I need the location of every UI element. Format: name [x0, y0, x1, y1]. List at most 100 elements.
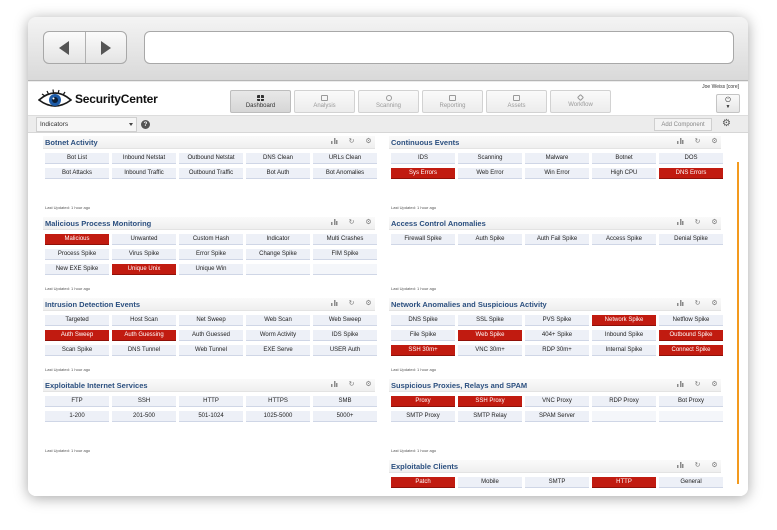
nav-assets[interactable]: Assets [486, 90, 547, 113]
gear-icon[interactable]: ⚙ [364, 138, 373, 147]
indicator-cell[interactable]: Bot List [45, 153, 109, 164]
nav-dashboard[interactable]: Dashboard [230, 90, 291, 113]
indicator-cell[interactable]: Proxy [391, 396, 455, 407]
indicator-cell[interactable]: Auth Spike [458, 234, 522, 245]
indicator-cell[interactable]: Web Sweep [313, 315, 377, 326]
gear-icon[interactable]: ⚙ [710, 138, 719, 147]
indicator-cell[interactable]: New EXE Spike [45, 264, 109, 275]
indicator-cell[interactable]: HTTP [179, 396, 243, 407]
refresh-icon[interactable]: ↻ [347, 138, 356, 147]
user-menu-button[interactable]: ⏻ ▼ [716, 94, 740, 113]
indicator-cell[interactable]: Bot Auth [246, 168, 310, 179]
indicator-cell[interactable]: 5000+ [313, 411, 377, 422]
bar-chart-icon[interactable] [676, 138, 685, 147]
refresh-icon[interactable]: ↻ [347, 219, 356, 228]
user-name[interactable]: Joe Weiss [core] [702, 84, 739, 90]
indicator-cell[interactable]: DNS Tunnel [112, 345, 176, 356]
indicator-cell[interactable]: General [659, 477, 723, 488]
indicator-cell[interactable]: Virus Spike [112, 249, 176, 260]
indicator-cell[interactable]: Web Error [458, 168, 522, 179]
indicator-cell[interactable]: USER Auth [313, 345, 377, 356]
indicator-cell[interactable]: 1-200 [45, 411, 109, 422]
bar-chart-icon[interactable] [330, 300, 339, 309]
indicator-cell[interactable]: HTTPS [246, 396, 310, 407]
indicator-cell[interactable]: Win Error [525, 168, 589, 179]
refresh-icon[interactable]: ↻ [693, 462, 702, 471]
gear-icon[interactable]: ⚙ [710, 219, 719, 228]
refresh-icon[interactable]: ↻ [693, 138, 702, 147]
indicator-cell[interactable]: Sys Errors [391, 168, 455, 179]
gear-icon[interactable]: ⚙ [710, 300, 719, 309]
indicator-cell[interactable]: Outbound Netstat [179, 153, 243, 164]
indicator-cell[interactable]: Scanning [458, 153, 522, 164]
help-icon[interactable]: ? [141, 120, 150, 129]
indicator-cell[interactable]: RDP Proxy [592, 396, 656, 407]
indicator-cell[interactable]: SMB [313, 396, 377, 407]
indicator-cell[interactable]: EXE Serve [246, 345, 310, 356]
indicator-cell[interactable]: Outbound Traffic [179, 168, 243, 179]
gear-icon[interactable]: ⚙ [722, 119, 731, 129]
indicator-cell[interactable]: Custom Hash [179, 234, 243, 245]
indicator-cell[interactable]: Netflow Spike [659, 315, 723, 326]
indicator-cell[interactable]: 404+ Spike [525, 330, 589, 341]
indicator-cell[interactable]: Botnet [592, 153, 656, 164]
indicator-cell[interactable]: Network Spike [592, 315, 656, 326]
bar-chart-icon[interactable] [330, 138, 339, 147]
indicator-cell[interactable]: URLs Clean [313, 153, 377, 164]
indicator-cell[interactable]: Scan Spike [45, 345, 109, 356]
indicator-cell[interactable]: Worm Activity [246, 330, 310, 341]
indicator-cell[interactable]: Bot Proxy [659, 396, 723, 407]
indicator-cell[interactable]: DNS Errors [659, 168, 723, 179]
indicator-cell[interactable]: Inbound Netstat [112, 153, 176, 164]
indicator-cell[interactable]: Targeted [45, 315, 109, 326]
refresh-icon[interactable]: ↻ [347, 300, 356, 309]
indicator-cell[interactable]: Unwanted [112, 234, 176, 245]
indicator-cell[interactable]: SSH Proxy [458, 396, 522, 407]
bar-chart-icon[interactable] [676, 462, 685, 471]
indicator-cell[interactable]: SSH [112, 396, 176, 407]
indicator-cell[interactable]: File Spike [391, 330, 455, 341]
indicator-cell[interactable]: Indicator [246, 234, 310, 245]
indicator-cell[interactable]: Malicious [45, 234, 109, 245]
indicator-cell[interactable]: Multi Crashes [313, 234, 377, 245]
refresh-icon[interactable]: ↻ [693, 219, 702, 228]
indicator-cell[interactable]: Firewall Spike [391, 234, 455, 245]
indicator-cell[interactable]: Access Spike [592, 234, 656, 245]
nav-workflow[interactable]: Workflow [550, 90, 611, 113]
indicator-cell[interactable]: Host Scan [112, 315, 176, 326]
indicator-cell[interactable]: Auth Guessed [179, 330, 243, 341]
nav-analysis[interactable]: Analysis [294, 90, 355, 113]
back-button[interactable] [44, 32, 85, 63]
nav-scanning[interactable]: Scanning [358, 90, 419, 113]
indicator-cell[interactable]: PVS Spike [525, 315, 589, 326]
indicator-cell[interactable]: Mobile [458, 477, 522, 488]
gear-icon[interactable]: ⚙ [364, 381, 373, 390]
indicator-cell[interactable]: VNC 30m+ [458, 345, 522, 356]
forward-button[interactable] [84, 32, 127, 63]
indicator-cell[interactable]: Connect Spike [659, 345, 723, 356]
indicator-cell[interactable]: VNC Proxy [525, 396, 589, 407]
indicator-cell[interactable]: SMTP Proxy [391, 411, 455, 422]
indicator-cell[interactable]: High CPU [592, 168, 656, 179]
indicator-cell[interactable]: Bot Anomalies [313, 168, 377, 179]
refresh-icon[interactable]: ↻ [693, 300, 702, 309]
gear-icon[interactable]: ⚙ [364, 300, 373, 309]
gear-icon[interactable]: ⚙ [364, 219, 373, 228]
indicator-cell[interactable]: Denial Spike [659, 234, 723, 245]
indicator-cell[interactable]: Bot Attacks [45, 168, 109, 179]
indicator-cell[interactable]: HTTP [592, 477, 656, 488]
scrollbar[interactable] [737, 162, 739, 484]
indicator-cell[interactable]: Patch [391, 477, 455, 488]
indicator-cell[interactable]: Process Spike [45, 249, 109, 260]
indicator-cell[interactable]: DNS Spike [391, 315, 455, 326]
indicator-cell[interactable]: Auth Guessing [112, 330, 176, 341]
indicator-cell[interactable]: FIM Spike [313, 249, 377, 260]
bar-chart-icon[interactable] [676, 300, 685, 309]
refresh-icon[interactable]: ↻ [693, 381, 702, 390]
indicator-cell[interactable]: 1025-5000 [246, 411, 310, 422]
indicator-cell[interactable]: Inbound Spike [592, 330, 656, 341]
indicator-cell[interactable]: 201-500 [112, 411, 176, 422]
address-bar[interactable] [144, 31, 734, 64]
indicator-cell[interactable]: DNS Clean [246, 153, 310, 164]
indicator-cell[interactable]: SMTP [525, 477, 589, 488]
